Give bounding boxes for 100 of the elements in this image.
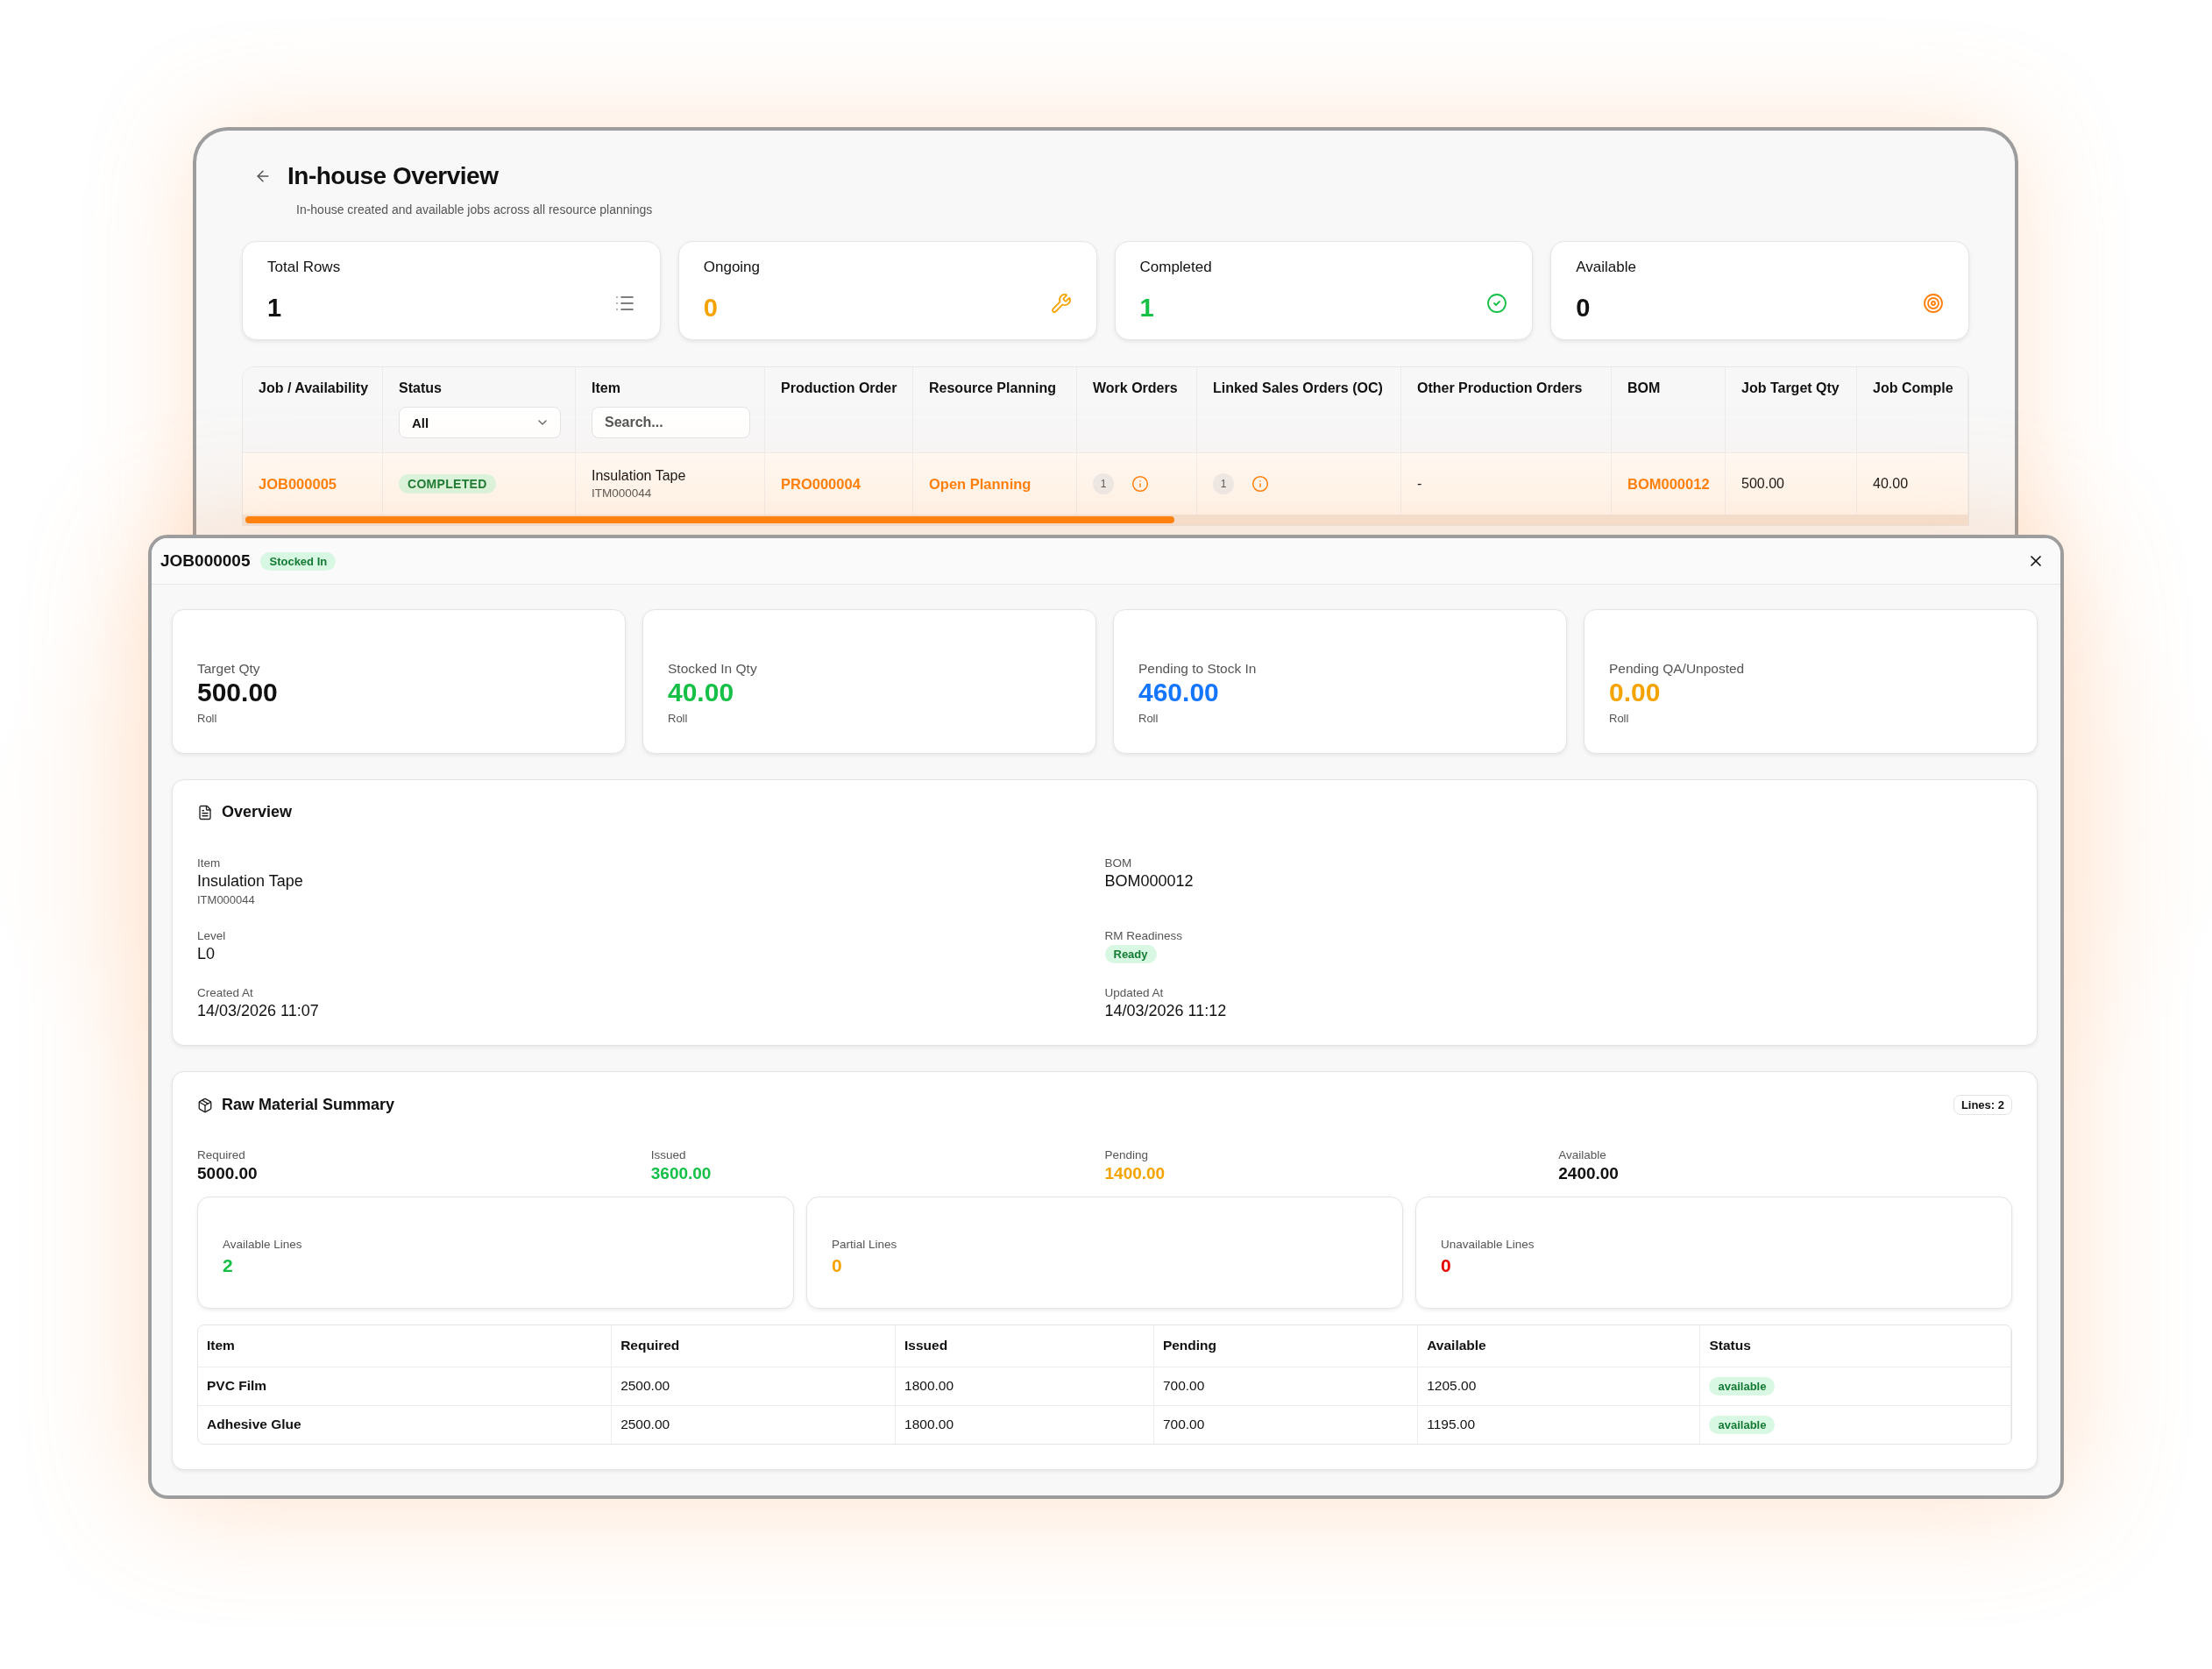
table-link[interactable]: JOB000005 <box>259 475 337 493</box>
page-title: In-house Overview <box>287 162 499 190</box>
section-title: Raw Material Summary <box>222 1096 395 1114</box>
stat-value: 1 <box>267 294 282 323</box>
column-header: Required <box>620 1338 680 1354</box>
table-link[interactable]: Open Planning <box>929 475 1032 493</box>
stat-value: 0 <box>703 294 718 323</box>
table-cell: 2500.00 <box>620 1378 670 1395</box>
stat-label: Ongoing <box>703 259 761 276</box>
column-header: Job / Availability <box>259 380 369 396</box>
table-cell: 1800.00 <box>904 1417 954 1433</box>
table-cell: 1205.00 <box>1427 1378 1477 1395</box>
scrollbar-track[interactable] <box>243 515 1968 525</box>
field-value: Insulation Tape <box>197 872 303 891</box>
quantity-label: Pending to Stock In <box>1138 661 1257 677</box>
lines-stat-label: Partial Lines <box>832 1237 897 1251</box>
scrollbar-thumb[interactable] <box>245 516 1174 523</box>
quantity-value: 460.00 <box>1138 677 1219 708</box>
quantity-label: Stocked In Qty <box>668 661 757 677</box>
field-value: BOM000012 <box>1104 872 1194 891</box>
unit-label: Roll <box>668 712 688 725</box>
target-icon <box>1923 293 1944 314</box>
quantity-label: Target Qty <box>197 661 260 677</box>
stock-status-badge: Stocked In <box>260 551 337 571</box>
total-label: Available <box>1558 1148 1606 1161</box>
table-cell: 40.00 <box>1873 476 1909 492</box>
field-label: Created At <box>197 986 253 999</box>
column-header: Item <box>207 1338 235 1354</box>
lines-count-badge: Lines: 2 <box>1953 1095 2012 1115</box>
status-badge: available <box>1709 1376 1776 1396</box>
quantity-value: 40.00 <box>668 677 734 708</box>
lines-stat-value: 0 <box>1441 1254 1451 1276</box>
column-header: Linked Sales Orders (OC) <box>1213 380 1383 396</box>
total-value: 5000.00 <box>197 1164 258 1184</box>
column-header: Other Production Orders <box>1417 380 1583 396</box>
column-header: Production Order <box>781 380 897 396</box>
document-icon <box>197 804 213 820</box>
table-cell: 700.00 <box>1162 1378 1205 1395</box>
column-header: Work Orders <box>1093 380 1178 396</box>
column-header: Issued <box>904 1338 948 1354</box>
unit-label: Roll <box>1609 712 1629 725</box>
field-label: Updated At <box>1104 986 1164 999</box>
lines-stat-value: 0 <box>832 1254 842 1276</box>
field-label: Level <box>197 929 226 942</box>
stat-label: Completed <box>1139 259 1212 276</box>
status-badge: available <box>1709 1415 1776 1434</box>
column-header: Status <box>1709 1338 1751 1354</box>
table-cell: - <box>1417 476 1422 492</box>
unit-label: Roll <box>1138 712 1159 725</box>
field-label: Item <box>197 856 221 870</box>
status-filter-select[interactable]: All <box>399 407 561 438</box>
column-header: Job Comple <box>1873 380 1953 396</box>
column-header: Pending <box>1162 1338 1217 1354</box>
count-badge: 1 <box>1213 473 1234 494</box>
item-search-field[interactable]: Search... <box>592 407 750 438</box>
table-cell: 1195.00 <box>1427 1417 1476 1433</box>
table-cell: 700.00 <box>1162 1417 1205 1433</box>
table-cell: Adhesive Glue <box>207 1417 301 1433</box>
dialog-title: JOB000005 <box>160 551 251 571</box>
stat-label: Available <box>1576 259 1636 276</box>
table-cell: 500.00 <box>1741 476 1784 492</box>
unit-label: Roll <box>197 712 217 725</box>
stat-value: 0 <box>1576 294 1591 323</box>
total-value: 2400.00 <box>1558 1164 1619 1184</box>
item-code: ITM000044 <box>197 893 255 906</box>
column-header: Resource Planning <box>929 380 1056 396</box>
quantity-value: 500.00 <box>197 677 278 708</box>
info-icon[interactable] <box>1251 475 1269 493</box>
lines-stat-label: Available Lines <box>223 1237 302 1251</box>
field-value: 14/03/2026 11:12 <box>1104 1002 1227 1020</box>
page-subtitle: In-house created and available jobs across all resource plannings <box>296 202 654 217</box>
quantity-label: Pending QA/Unposted <box>1609 661 1745 677</box>
field-value: L0 <box>197 945 216 963</box>
field-label: BOM <box>1104 856 1132 870</box>
wrench-icon <box>1050 293 1072 314</box>
total-label: Issued <box>650 1148 686 1161</box>
field-value: 14/03/2026 11:07 <box>197 1002 319 1020</box>
total-label: Pending <box>1104 1148 1149 1161</box>
total-value: 3600.00 <box>650 1164 712 1184</box>
check-circle-icon <box>1486 293 1508 314</box>
info-icon[interactable] <box>1131 475 1149 493</box>
column-header: Job Target Qty <box>1741 380 1840 396</box>
stat-value: 1 <box>1139 294 1154 323</box>
table-link[interactable]: PRO000004 <box>781 475 861 493</box>
section-title: Overview <box>222 803 293 821</box>
readiness-badge: Ready <box>1104 945 1157 963</box>
quantity-value: 0.00 <box>1609 677 1661 708</box>
table-cell: PVC Film <box>207 1378 267 1395</box>
count-badge: 1 <box>1093 473 1114 494</box>
item-code: ITM000044 <box>592 486 652 500</box>
box-icon <box>197 1097 213 1113</box>
lines-stat-label: Unavailable Lines <box>1441 1237 1535 1251</box>
total-value: 1400.00 <box>1104 1164 1166 1184</box>
field-label: RM Readiness <box>1104 929 1183 942</box>
column-header: Item <box>592 380 620 396</box>
lines-stat-value: 2 <box>223 1254 233 1276</box>
total-label: Required <box>197 1148 245 1161</box>
item-name: Insulation Tape <box>592 468 686 484</box>
table-cell: 2500.00 <box>620 1417 670 1433</box>
table-cell: 1800.00 <box>904 1378 954 1395</box>
